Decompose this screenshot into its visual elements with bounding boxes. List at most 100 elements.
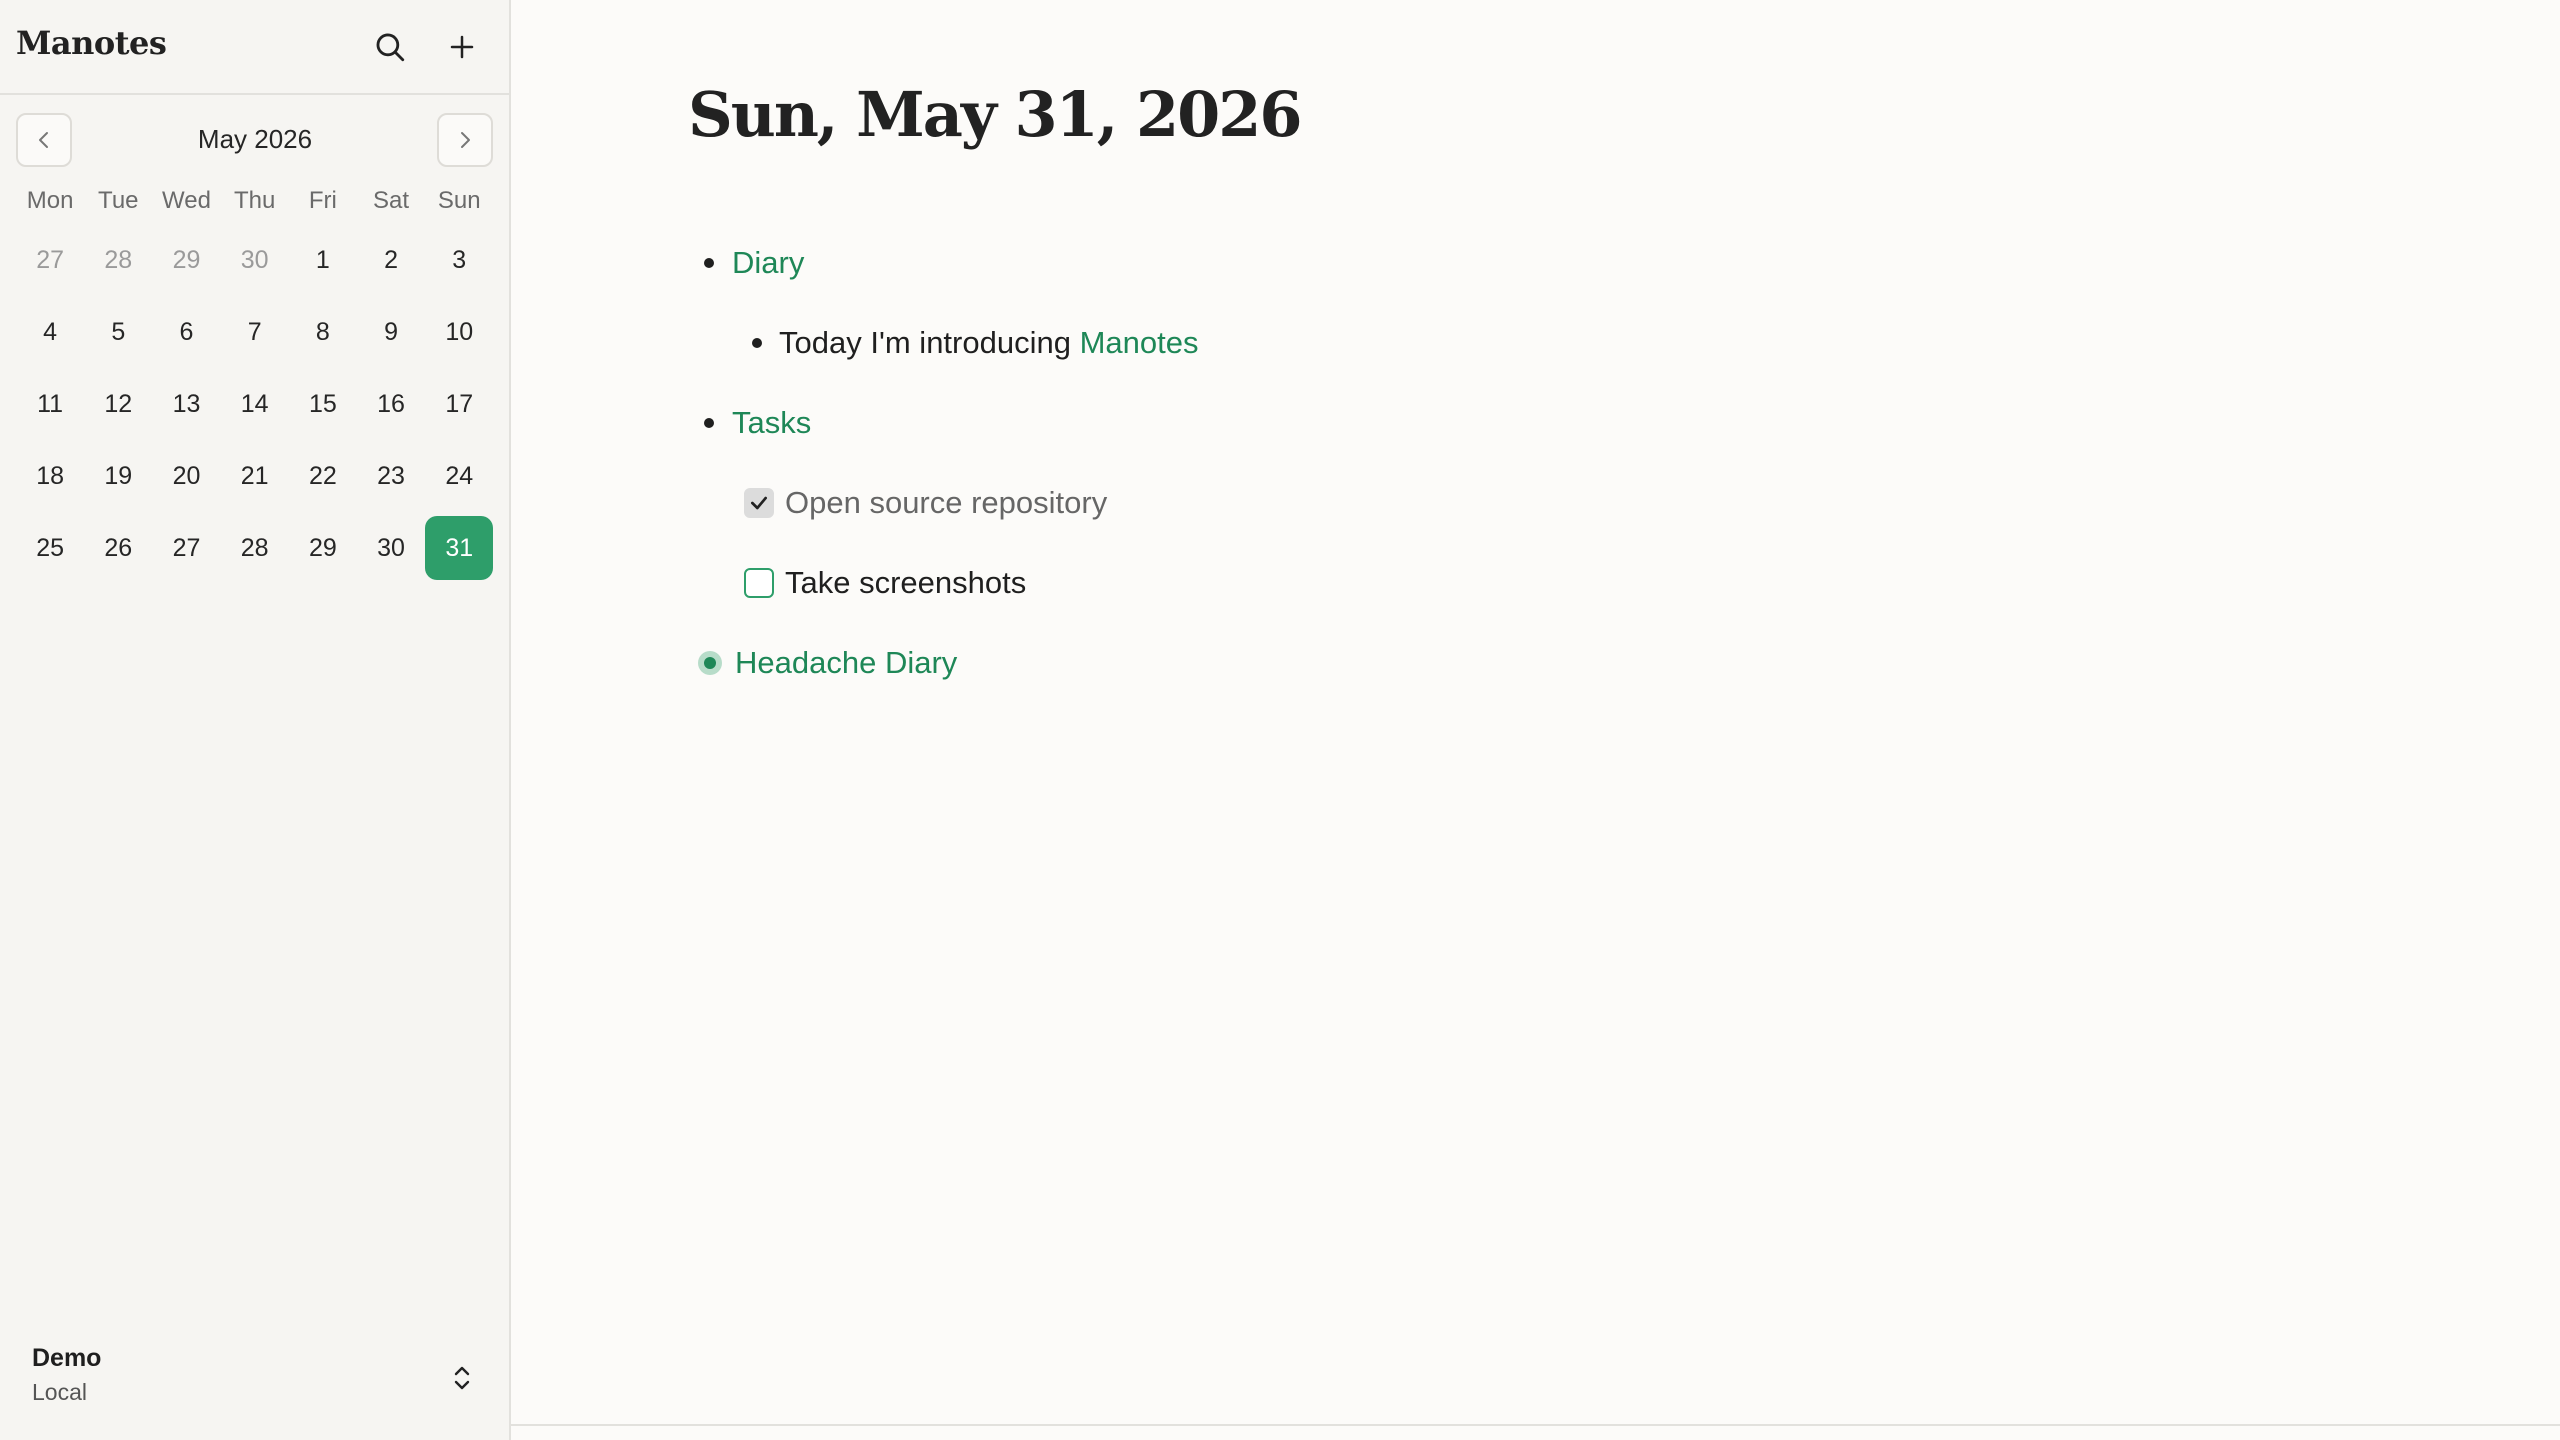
calendar-day-label: 19 (104, 461, 133, 490)
calendar-day[interactable]: 19 (84, 440, 152, 512)
calendar-day[interactable]: 14 (221, 368, 289, 440)
calendar-day[interactable]: 8 (289, 296, 357, 368)
outline-item-diary: Diary (704, 238, 804, 288)
calendar-day[interactable]: 21 (221, 440, 289, 512)
calendar-day-label: 14 (240, 389, 269, 418)
calendar-day[interactable]: 30 (221, 224, 289, 296)
calendar-day[interactable]: 4 (16, 296, 84, 368)
calendar-day-label: 30 (240, 245, 269, 274)
check-icon (751, 496, 767, 510)
calendar-day-label: 10 (445, 317, 474, 346)
workspace-switcher[interactable]: Demo Local (0, 1320, 509, 1440)
search-icon (376, 33, 405, 62)
calendar-day-label: 27 (172, 533, 201, 562)
plus-icon (450, 35, 474, 59)
sidebar-header: Manotes (0, 0, 509, 95)
weekday-header: Thu (233, 187, 276, 214)
calendar-day[interactable]: 27 (152, 512, 220, 584)
calendar-day-label: 13 (172, 389, 201, 418)
calendar-day-label: 22 (308, 461, 337, 490)
calendar-day[interactable]: 24 (425, 440, 493, 512)
calendar-day[interactable]: 9 (357, 296, 425, 368)
calendar-day[interactable]: 30 (357, 512, 425, 584)
page-title: Sun, May 31, 2026 (688, 78, 1303, 151)
calendar-day[interactable]: 27 (16, 224, 84, 296)
calendar-day[interactable]: 20 (152, 440, 220, 512)
bullet-icon (704, 418, 714, 428)
outline-item-tasks: Tasks (704, 398, 811, 448)
calendar-day-label: 21 (240, 461, 269, 490)
calendar-day[interactable]: 18 (16, 440, 84, 512)
calendar-day[interactable]: 6 (152, 296, 220, 368)
task-checkbox-unchecked[interactable] (744, 568, 774, 598)
calendar-day[interactable]: 16 (357, 368, 425, 440)
calendar-day-label: 12 (104, 389, 133, 418)
calendar-day[interactable]: 26 (84, 512, 152, 584)
calendar-day[interactable]: 22 (289, 440, 357, 512)
calendar-day[interactable]: 13 (152, 368, 220, 440)
task-checkbox-checked[interactable] (744, 488, 774, 518)
workspace-name: Demo (32, 1344, 102, 1372)
calendar-day[interactable]: 29 (289, 512, 357, 584)
workspace-location: Local (32, 1379, 87, 1405)
weekday-header: Sun (437, 187, 481, 214)
calendar-day-label: 28 (104, 245, 133, 274)
app-window: Manotes May 2026 Mon Tue Wed Thu Fri Sat… (0, 0, 2560, 1440)
calendar-day-label: 28 (240, 533, 269, 562)
calendar-day-label: 1 (315, 245, 330, 274)
calendar-day-label: 2 (384, 245, 398, 274)
headache-diary-link[interactable]: Headache Diary (735, 645, 957, 681)
next-month-button[interactable] (437, 113, 493, 167)
calendar-day-selected[interactable]: 31 (425, 512, 494, 584)
chevron-left-icon (39, 132, 48, 148)
collapsed-bullet-icon[interactable] (698, 651, 722, 675)
calendar-day-label: 8 (315, 317, 330, 346)
add-note-button[interactable] (434, 19, 490, 75)
calendar-day-label: 6 (179, 317, 194, 346)
chevron-right-icon (461, 132, 470, 148)
calendar-day[interactable]: 2 (357, 224, 425, 296)
bullet-icon (752, 338, 762, 348)
task-item-screenshots: Take screenshots (744, 558, 1026, 608)
diary-link[interactable]: Diary (732, 245, 804, 281)
calendar-day[interactable]: 25 (16, 512, 84, 584)
calendar-day-label: 4 (43, 317, 58, 346)
calendar-day-label: 11 (37, 389, 64, 418)
calendar-day[interactable]: 7 (221, 296, 289, 368)
chevron-up-down-icon[interactable] (442, 1356, 482, 1400)
calendar-day[interactable]: 23 (357, 440, 425, 512)
calendar-day[interactable]: 12 (84, 368, 152, 440)
task-item-open-source: Open source repository (744, 478, 1107, 528)
app-title: Manotes (16, 24, 167, 62)
tasks-link[interactable]: Tasks (732, 405, 811, 441)
manotes-link[interactable]: Manotes (1080, 325, 1199, 361)
calendar-day[interactable]: 11 (16, 368, 84, 440)
calendar-day-label: 23 (377, 461, 405, 490)
calendar-day-label: 27 (36, 245, 64, 274)
calendar-day-label: 16 (377, 389, 405, 418)
calendar-day-label: 9 (384, 317, 398, 346)
calendar-day[interactable]: 10 (425, 296, 493, 368)
task-label: Take screenshots (785, 565, 1027, 600)
calendar-day-label: 5 (111, 317, 126, 346)
calendar-day-label: 18 (36, 461, 64, 490)
calendar-day-label: 15 (308, 389, 337, 418)
weekday-header: Fri (308, 187, 337, 214)
calendar-day[interactable]: 15 (289, 368, 357, 440)
calendar-day[interactable]: 3 (425, 224, 493, 296)
calendar-day[interactable]: 17 (425, 368, 493, 440)
previous-month-button[interactable] (16, 113, 72, 167)
calendar-day[interactable]: 28 (84, 224, 152, 296)
calendar-day-label: 29 (308, 533, 337, 562)
calendar-grid: Mon Tue Wed Thu Fri Sat Sun 27 28 29 30 1 2 3 4 5 6 7 8 9 10… (16, 178, 494, 584)
weekday-header: Mon (26, 187, 74, 214)
calendar-day[interactable]: 29 (152, 224, 220, 296)
calendar-day-label: 24 (445, 461, 474, 490)
calendar-day[interactable]: 28 (221, 512, 289, 584)
search-button[interactable] (362, 19, 418, 75)
sidebar: Manotes May 2026 Mon Tue Wed Thu Fri Sat… (0, 0, 511, 1440)
calendar-day[interactable]: 1 (289, 224, 357, 296)
calendar-day[interactable]: 5 (84, 296, 152, 368)
weekday-header: Wed (162, 187, 211, 214)
outline-item-intro: Today I'm introducing Manotes (752, 318, 1198, 368)
